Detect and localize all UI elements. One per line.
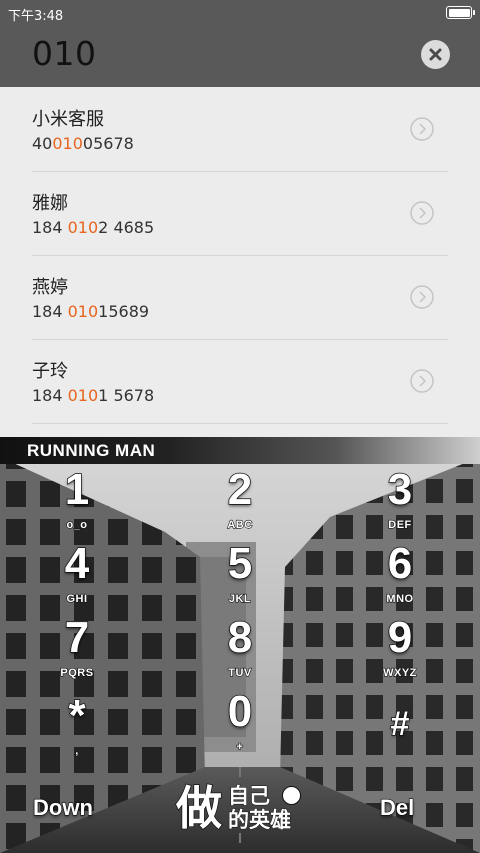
key-5[interactable]: 5 JKL	[180, 540, 300, 613]
battery-icon	[446, 6, 475, 19]
number-match: 010	[67, 218, 99, 237]
list-item[interactable]: 子玲 184 0101 5678	[0, 339, 480, 423]
list-item[interactable]: 小米客服 4001005678	[0, 87, 480, 171]
key-3[interactable]: 3 DEF	[340, 466, 460, 539]
dot-icon	[282, 786, 301, 805]
banner-title: RUNNING MAN	[27, 441, 156, 460]
key-hash[interactable]: #	[340, 701, 460, 773]
number-match: 010	[67, 386, 99, 405]
key-4[interactable]: 4 GHI	[17, 540, 137, 613]
dial-input[interactable]: 010	[32, 34, 97, 73]
key-1[interactable]: 1 o_o	[17, 466, 137, 539]
number-match: 010	[67, 302, 99, 321]
down-button[interactable]: Down	[32, 794, 93, 821]
key-6[interactable]: 6 MNO	[340, 540, 460, 613]
contact-number: 184 0102 4685	[32, 218, 155, 237]
contact-number: 184 0101 5678	[32, 386, 155, 405]
contact-name: 雅娜	[32, 193, 68, 214]
chevron-right-icon[interactable]	[410, 285, 434, 309]
key-8[interactable]: 8 TUV	[180, 614, 300, 687]
contact-name: 小米客服	[32, 109, 104, 130]
list-item[interactable]: 雅娜 184 0102 4685	[0, 171, 480, 255]
chevron-right-icon[interactable]	[410, 117, 434, 141]
key-0[interactable]: 0 +	[180, 688, 300, 761]
status-bar: 下午3:48	[0, 0, 480, 26]
key-2[interactable]: 2 ABC	[180, 466, 300, 539]
chevron-right-icon[interactable]	[410, 369, 434, 393]
number-match: 010	[52, 134, 83, 153]
dialpad: RUNNING MAN 1 o_o 2 ABC 3 DEF 4 GHI 5 JK…	[0, 437, 480, 853]
close-icon	[429, 48, 442, 61]
contact-results: 小米客服 4001005678 雅娜 184 0102 4685 燕婷 184 …	[0, 87, 480, 437]
theme-logo: 做 自己 的英雄	[175, 781, 306, 837]
contact-number: 4001005678	[32, 134, 134, 153]
contact-number: 184 01015689	[32, 302, 150, 321]
key-star[interactable]: * ,	[17, 692, 137, 765]
clear-button[interactable]	[421, 40, 450, 69]
chevron-right-icon[interactable]	[410, 201, 434, 225]
key-7[interactable]: 7 PQRS	[17, 614, 137, 687]
delete-button[interactable]: Del	[379, 794, 414, 821]
divider	[32, 423, 448, 424]
search-header: 下午3:48 010	[0, 0, 480, 87]
contact-name: 燕婷	[32, 277, 68, 298]
theme-banner: RUNNING MAN	[0, 437, 480, 464]
contact-name: 子玲	[32, 361, 68, 382]
list-item[interactable]: 燕婷 184 01015689	[0, 255, 480, 339]
key-9[interactable]: 9 WXYZ	[340, 614, 460, 687]
status-time: 下午3:48	[8, 9, 64, 24]
